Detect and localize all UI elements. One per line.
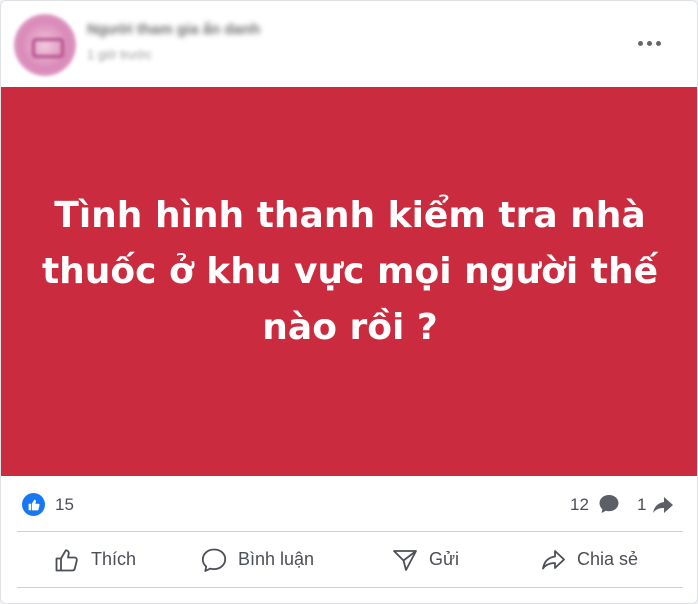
action-bar: Thích Bình luận Gửi Chia sẻ	[1, 532, 697, 587]
comment-button[interactable]: Bình luận	[200, 532, 314, 587]
share-count[interactable]: 1	[637, 495, 646, 515]
comment-label: Bình luận	[238, 549, 315, 569]
send-button[interactable]: Gửi	[391, 532, 459, 587]
post-card: Người tham gia ẩn danh 1 giờ trước Tình …	[0, 0, 698, 604]
like-reaction-icon[interactable]	[22, 493, 45, 516]
thumbs-up-icon	[55, 548, 78, 571]
more-icon	[655, 40, 661, 46]
more-icon	[646, 40, 652, 46]
post-stats: 15 12 1	[1, 476, 697, 532]
post-image-text: Tình hình thanh kiểm tra nhà thuốc ở khu…	[41, 194, 659, 348]
share-arrow-icon	[653, 497, 673, 513]
like-label: Thích	[91, 549, 137, 569]
post-image[interactable]: Tình hình thanh kiểm tra nhà thuốc ở khu…	[1, 87, 697, 476]
post-header: Người tham gia ẩn danh 1 giờ trước	[1, 1, 697, 87]
more-options-button[interactable]	[627, 29, 671, 57]
like-button[interactable]: Thích	[53, 532, 136, 587]
send-icon	[393, 549, 417, 571]
comment-count[interactable]: 12	[570, 495, 589, 515]
reaction-count[interactable]: 15	[55, 495, 74, 515]
share-label: Chia sẻ	[577, 549, 639, 569]
post-timestamp[interactable]: 1 giờ trước	[87, 47, 152, 62]
share-icon	[542, 549, 565, 569]
share-button[interactable]: Chia sẻ	[539, 532, 638, 587]
speech-bubble-icon	[201, 548, 227, 572]
action-divider	[17, 587, 683, 588]
author-name[interactable]: Người tham gia ẩn danh	[87, 21, 260, 38]
comment-icon	[599, 495, 619, 513]
more-icon	[637, 40, 643, 46]
avatar[interactable]	[14, 14, 76, 76]
send-label: Gửi	[429, 549, 460, 569]
